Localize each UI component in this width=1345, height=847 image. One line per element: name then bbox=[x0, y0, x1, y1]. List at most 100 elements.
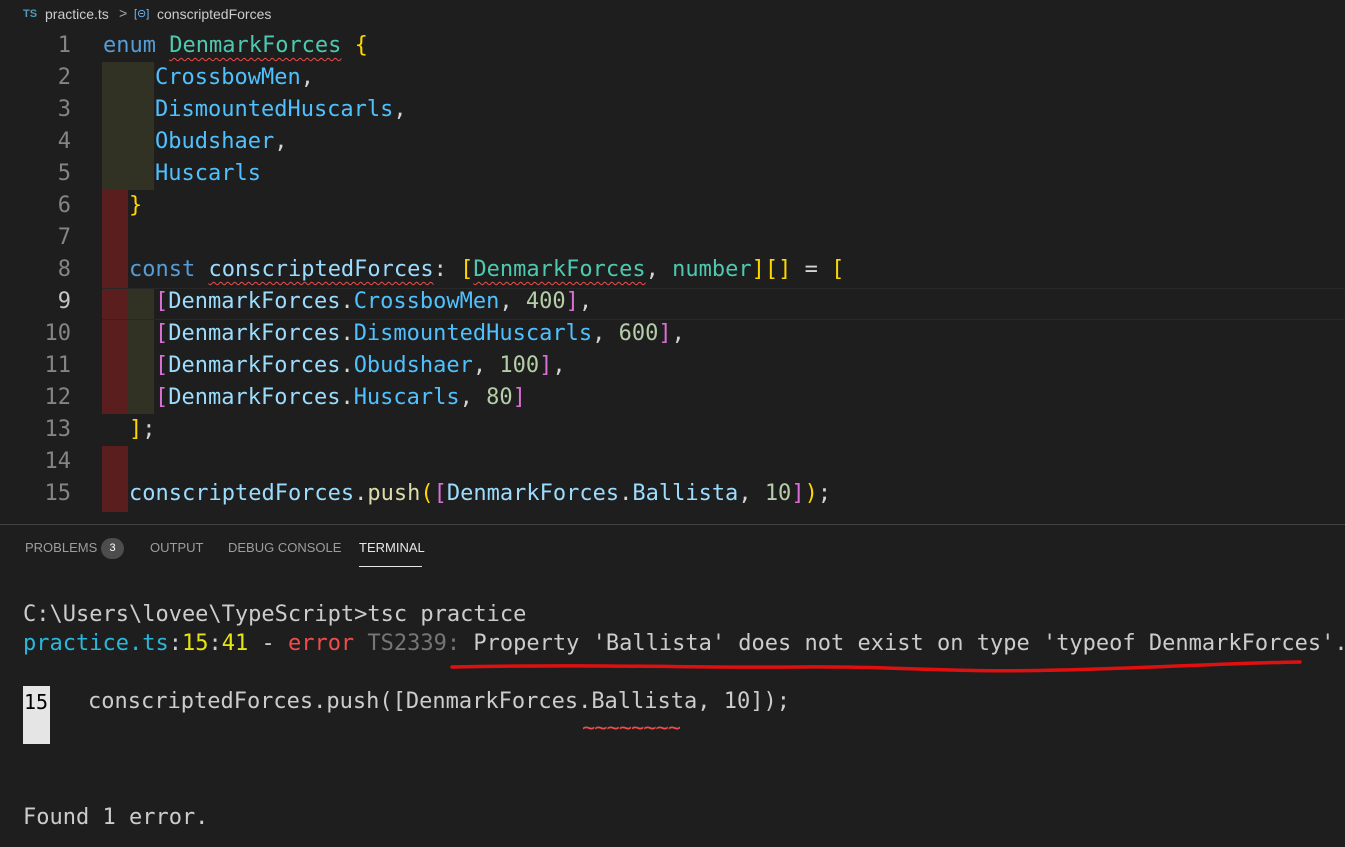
code-line: 3 DismountedHuscarls, bbox=[0, 94, 1345, 126]
tab-problems[interactable]: PROBLEMS bbox=[25, 540, 97, 555]
punctuation: , bbox=[472, 353, 500, 378]
property-name: Ballista bbox=[632, 481, 739, 506]
punctuation: . bbox=[340, 289, 354, 314]
punctuation: ; bbox=[817, 481, 832, 506]
bracket: ) bbox=[804, 481, 818, 506]
punctuation: . bbox=[340, 353, 354, 378]
bracket: ( bbox=[420, 481, 434, 506]
bracket: ] bbox=[539, 353, 553, 378]
error-column-number: 41 bbox=[221, 631, 249, 656]
bracket: [] bbox=[764, 257, 792, 282]
punctuation: , bbox=[578, 289, 593, 314]
punctuation: . bbox=[619, 481, 633, 506]
code-line: 5 Huscarls bbox=[0, 158, 1345, 190]
line-number: 11 bbox=[44, 353, 72, 378]
bracket: [ bbox=[155, 353, 169, 378]
error-message: Property 'Ballista' does not exist on ty… bbox=[473, 631, 1345, 656]
terminal-prompt-line: C:\Users\lovee\TypeScript>tsc practice bbox=[23, 602, 527, 627]
punctuation: , bbox=[738, 481, 765, 506]
enum-member: Huscarls bbox=[353, 385, 460, 410]
identifier: DenmarkForces bbox=[168, 321, 341, 346]
enum-member: DismountedHuscarls bbox=[353, 321, 593, 346]
line-number: 3 bbox=[57, 97, 71, 122]
bottom-panel: PROBLEMS 3 OUTPUT DEBUG CONSOLE TERMINAL bbox=[0, 524, 1345, 847]
enum-member: CrossbowMen bbox=[155, 65, 301, 90]
separator: - bbox=[248, 631, 288, 656]
tab-debug-console[interactable]: DEBUG CONSOLE bbox=[228, 540, 341, 555]
line-number: 4 bbox=[57, 129, 71, 154]
line-number: 15 bbox=[44, 481, 72, 506]
punctuation: , bbox=[499, 289, 526, 314]
bracket: [ bbox=[155, 289, 169, 314]
number-literal: 10 bbox=[764, 481, 792, 506]
code-line: 4 Obudshaer, bbox=[0, 126, 1345, 158]
punctuation: , bbox=[552, 353, 566, 378]
enum-member: CrossbowMen bbox=[353, 289, 500, 314]
found-errors-summary: Found 1 error. bbox=[23, 805, 209, 830]
number-literal: 100 bbox=[499, 353, 540, 378]
brace: { bbox=[354, 33, 368, 58]
code-line: 1 enum DenmarkForces { bbox=[0, 30, 1345, 62]
enum-member: Huscarls bbox=[155, 161, 261, 186]
enum-member: Obudshaer bbox=[155, 129, 275, 154]
code-line: 6 } bbox=[0, 190, 1345, 222]
code-editor[interactable]: 1 enum DenmarkForces { 2 CrossbowMen, 3 … bbox=[0, 30, 1345, 524]
error-code: TS2339: bbox=[354, 631, 474, 656]
number-literal: 80 bbox=[486, 385, 513, 410]
variable-name: conscriptedForces bbox=[129, 481, 355, 506]
code-line: 7 bbox=[0, 222, 1345, 254]
line-number: 6 bbox=[57, 193, 71, 218]
bracket: ] bbox=[791, 481, 805, 506]
enum-member: DismountedHuscarls bbox=[155, 97, 394, 122]
punctuation: = bbox=[791, 257, 832, 282]
separator: : bbox=[168, 631, 182, 656]
identifier: DenmarkForces bbox=[168, 385, 341, 410]
method-name: push bbox=[367, 481, 421, 506]
bracket: ] bbox=[751, 257, 765, 282]
code-line: 10 [DenmarkForces.DismountedHuscarls, 60… bbox=[0, 318, 1345, 350]
bracket: ] bbox=[512, 385, 526, 410]
code-line: 2 CrossbowMen, bbox=[0, 62, 1345, 94]
typescript-file-icon: TS bbox=[23, 8, 38, 20]
bracket: [ bbox=[460, 257, 474, 282]
line-number: 7 bbox=[57, 225, 71, 250]
line-number: 14 bbox=[44, 449, 72, 474]
keyword: enum bbox=[103, 33, 156, 58]
punctuation: . bbox=[340, 385, 354, 410]
punctuation: , bbox=[459, 385, 487, 410]
bracket: ] bbox=[658, 321, 672, 346]
punctuation: : bbox=[433, 257, 461, 282]
bracket: ] bbox=[129, 417, 143, 442]
error-squiggle: ~~~~~~~~ bbox=[582, 716, 681, 741]
breadcrumb: TS practice.ts > [⊝] conscriptedForces bbox=[0, 0, 1345, 30]
enum-name: DenmarkForces bbox=[169, 33, 342, 58]
enum-member: Obudshaer bbox=[353, 353, 473, 378]
code-line: 9 [DenmarkForces.CrossbowMen, 400], bbox=[0, 286, 1345, 318]
type-name: number bbox=[672, 257, 752, 282]
code-line: 14 bbox=[0, 446, 1345, 478]
punctuation: . bbox=[354, 481, 368, 506]
tab-output[interactable]: OUTPUT bbox=[150, 540, 203, 555]
bracket: [ bbox=[433, 481, 447, 506]
bracket: ] bbox=[565, 289, 579, 314]
tab-terminal[interactable]: TERMINAL bbox=[359, 540, 425, 555]
punctuation: , bbox=[671, 321, 685, 346]
punctuation: . bbox=[340, 321, 354, 346]
bracket: [ bbox=[155, 385, 169, 410]
variable-name: conscriptedForces bbox=[208, 257, 434, 282]
line-number: 8 bbox=[57, 257, 71, 282]
line-number: 5 bbox=[57, 161, 71, 186]
line-number: 10 bbox=[44, 321, 72, 346]
code-line: 15 conscriptedForces.push([DenmarkForces… bbox=[0, 478, 1345, 510]
breadcrumb-symbol[interactable]: conscriptedForces bbox=[157, 6, 271, 22]
bracket: [ bbox=[831, 257, 845, 282]
source-line-number-box: 15 bbox=[23, 686, 50, 744]
error-file[interactable]: practice.ts bbox=[23, 631, 169, 656]
breadcrumb-file[interactable]: practice.ts bbox=[45, 6, 109, 22]
punctuation: , bbox=[300, 65, 314, 90]
identifier: DenmarkForces bbox=[446, 481, 620, 506]
number-literal: 600 bbox=[618, 321, 659, 346]
type-name: DenmarkForces bbox=[473, 257, 646, 282]
number-literal: 400 bbox=[525, 289, 566, 314]
brace: } bbox=[129, 193, 143, 218]
